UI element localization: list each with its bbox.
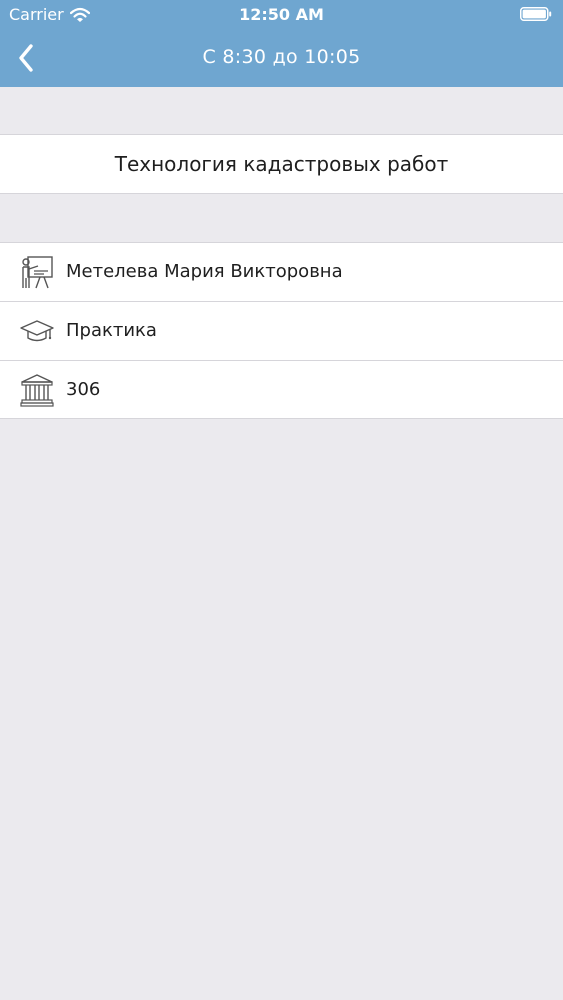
status-bar: Carrier 12:50 AM xyxy=(0,0,563,30)
status-time: 12:50 AM xyxy=(239,5,324,24)
top-bar: Carrier 12:50 AM С 8:30 до 10:05 xyxy=(0,0,563,87)
details-list: Метелева Мария Викторовна Практика 306 xyxy=(0,242,563,419)
lesson-type: Практика xyxy=(66,320,157,341)
nav-title: С 8:30 до 10:05 xyxy=(202,46,361,68)
chevron-left-icon xyxy=(19,44,33,72)
subject-cell: Технология кадастровых работ xyxy=(0,134,563,194)
room-number: 306 xyxy=(66,379,101,400)
subject-title: Технология кадастровых работ xyxy=(114,152,449,176)
teacher-row: Метелева Мария Викторовна xyxy=(0,243,563,301)
teacher-icon xyxy=(22,256,53,289)
battery-icon xyxy=(520,7,552,21)
room-row: 306 xyxy=(0,361,563,419)
graduation-cap-icon xyxy=(20,320,54,342)
back-button[interactable] xyxy=(8,40,44,76)
navigation-bar: С 8:30 до 10:05 xyxy=(0,30,563,87)
building-icon xyxy=(20,374,54,407)
lesson-type-row: Практика xyxy=(0,302,563,360)
teacher-name: Метелева Мария Викторовна xyxy=(66,261,343,282)
